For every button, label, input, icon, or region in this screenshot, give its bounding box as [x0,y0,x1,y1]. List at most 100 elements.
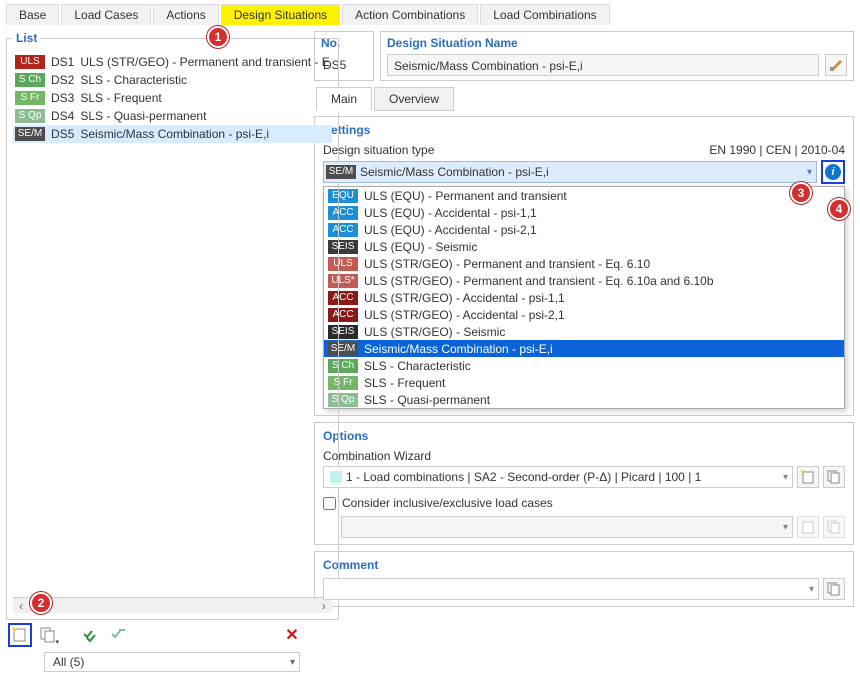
rename-button[interactable] [825,54,847,76]
dd-item-str-seismic[interactable]: SEISULS (STR/GEO) - Seismic [324,323,844,340]
scroll-track[interactable] [29,598,316,613]
copy-button[interactable]: ▾ [36,623,60,647]
dd-item-sls-freq[interactable]: S FrSLS - Frequent [324,374,844,391]
top-tabstrip: Base Load Cases Actions Design Situation… [0,0,860,25]
new-icon [801,520,815,534]
delete-icon: ✕ [285,625,298,645]
delete-button[interactable]: ✕ [280,623,304,647]
standard-label: EN 1990 | CEN | 2010-04 [709,143,845,157]
list-item-ds2[interactable]: S Ch DS2 SLS - Characteristic [13,71,332,89]
uncheck-all-button[interactable] [106,623,130,647]
combination-wizard-label: Combination Wizard [323,449,845,463]
list-panel: List ULS DS1 ULS (STR/GEO) - Permanent a… [6,31,339,620]
design-type-label: Design situation type [323,143,434,157]
chevron-down-icon: ▾ [809,584,814,595]
wizard-edit-button[interactable] [823,466,845,488]
design-type-dropdown[interactable]: SE/M Seismic/Mass Combination - psi-E,i … [323,161,817,183]
copy-icon [40,627,56,643]
tab-load-combinations[interactable]: Load Combinations [480,4,609,25]
swatch-icon [330,471,342,483]
dd-item-sls-qp[interactable]: S QpSLS - Quasi-permanent [324,391,844,408]
list-item-ds5[interactable]: SE/M DS5 Seismic/Mass Combination - psi-… [13,125,332,143]
check-all-button[interactable] [78,623,102,647]
filter-dropdown[interactable]: All (5) [44,652,300,672]
dd-item-str-acc-2[interactable]: ACCULS (STR/GEO) - Accidental - psi-2,1 [324,306,844,323]
list-name: ULS (STR/GEO) - Permanent and transient … [80,55,329,69]
callout-2: 2 [30,592,52,614]
callout-4: 4 [828,198,850,220]
design-type-dropdown-list: EQUULS (EQU) - Permanent and transient A… [323,186,845,409]
callout-3: 3 [790,182,812,204]
list-item-ds1[interactable]: ULS DS1 ULS (STR/GEO) - Permanent and tr… [13,53,332,71]
wizard-new-button[interactable] [797,466,819,488]
combo-tag-icon: SE/M [326,165,356,179]
list-title: List [13,31,40,45]
tab-actions[interactable]: Actions [153,4,218,25]
name-panel: Design Situation Name Seismic/Mass Combi… [380,31,854,81]
library-icon [827,582,841,596]
inclusive-dropdown[interactable]: ▾ [341,516,793,538]
comment-input[interactable]: ▾ [323,578,819,600]
list-name: SLS - Frequent [80,91,161,105]
check-all-icon [82,627,98,643]
name-label: Design Situation Name [387,36,847,50]
edit-icon [829,58,843,72]
inclusive-edit-button[interactable] [823,516,845,538]
tab-action-combinations[interactable]: Action Combinations [342,4,478,25]
list-code: DS1 [51,55,74,69]
comment-panel: Comment ▾ [314,551,854,607]
list-code: DS3 [51,91,74,105]
tab-load-cases[interactable]: Load Cases [61,4,151,25]
inclusive-new-button[interactable] [797,516,819,538]
tag-sem: SE/M [15,127,45,141]
chevron-down-icon: ▾ [783,472,788,483]
open-icon [827,470,841,484]
combination-wizard-value: 1 - Load combinations | SA2 - Second-ord… [346,470,701,484]
consider-checkbox-row[interactable]: Consider inclusive/exclusive load cases [323,496,845,510]
options-panel: Options Combination Wizard 1 - Load comb… [314,422,854,545]
dd-item-equ-acc-2[interactable]: ACCULS (EQU) - Accidental - psi-2,1 [324,221,844,238]
dd-item-seismic-mass[interactable]: SE/MSeismic/Mass Combination - psi-E,i [324,340,844,357]
info-button[interactable]: i [821,160,845,184]
name-input[interactable]: Seismic/Mass Combination - psi-E,i [387,54,819,76]
new-icon [12,627,28,643]
new-icon [801,470,815,484]
settings-panel: Settings Design situation type EN 1990 |… [314,116,854,416]
tab-design-situations[interactable]: Design Situations [221,4,340,25]
subtabstrip: Main Overview [314,87,854,111]
scroll-left-icon[interactable]: ‹ [13,599,29,613]
comment-library-button[interactable] [823,578,845,600]
list-name: SLS - Quasi-permanent [80,109,206,123]
combination-wizard-dropdown[interactable]: 1 - Load combinations | SA2 - Second-ord… [323,466,793,488]
dd-item-sls-char[interactable]: S ChSLS - Characteristic [324,357,844,374]
comment-title: Comment [323,558,845,572]
subtab-main[interactable]: Main [316,87,372,111]
open-icon [827,520,841,534]
dd-item-equ-acc-1[interactable]: ACCULS (EQU) - Accidental - psi-1,1 [324,204,844,221]
new-button[interactable] [8,623,32,647]
dd-item-str-acc-1[interactable]: ACCULS (STR/GEO) - Accidental - psi-1,1 [324,289,844,306]
dd-item-equ-seismic[interactable]: SEISULS (EQU) - Seismic [324,238,844,255]
list-item-ds3[interactable]: S Fr DS3 SLS - Frequent [13,89,332,107]
tag-sqp: S Qp [15,109,45,123]
left-toolbar: ▾ ✕ [6,620,306,650]
scroll-right-icon[interactable]: › [316,599,332,613]
list-scrollbar[interactable]: ‹ › [13,597,332,613]
tag-uls: ULS [15,55,45,69]
dd-item-str-610[interactable]: ULSULS (STR/GEO) - Permanent and transie… [324,255,844,272]
dd-item-str-610ab[interactable]: ULS*ULS (STR/GEO) - Permanent and transi… [324,272,844,289]
consider-label: Consider inclusive/exclusive load cases [342,496,553,510]
tag-sch: S Ch [15,73,45,87]
filter-value: All (5) [53,655,84,669]
chevron-down-icon: ▾ [783,522,788,533]
tab-base[interactable]: Base [6,4,59,25]
list-name: SLS - Characteristic [80,73,187,87]
chevron-down-icon: ▾ [807,167,812,178]
subtab-overview[interactable]: Overview [374,87,454,111]
callout-1: 1 [207,26,229,48]
list-body: ULS DS1 ULS (STR/GEO) - Permanent and tr… [13,51,332,597]
list-code: DS4 [51,109,74,123]
list-name: Seismic/Mass Combination - psi-E,i [80,127,269,141]
list-item-ds4[interactable]: S Qp DS4 SLS - Quasi-permanent [13,107,332,125]
dd-item-equ-permanent[interactable]: EQUULS (EQU) - Permanent and transient [324,187,844,204]
